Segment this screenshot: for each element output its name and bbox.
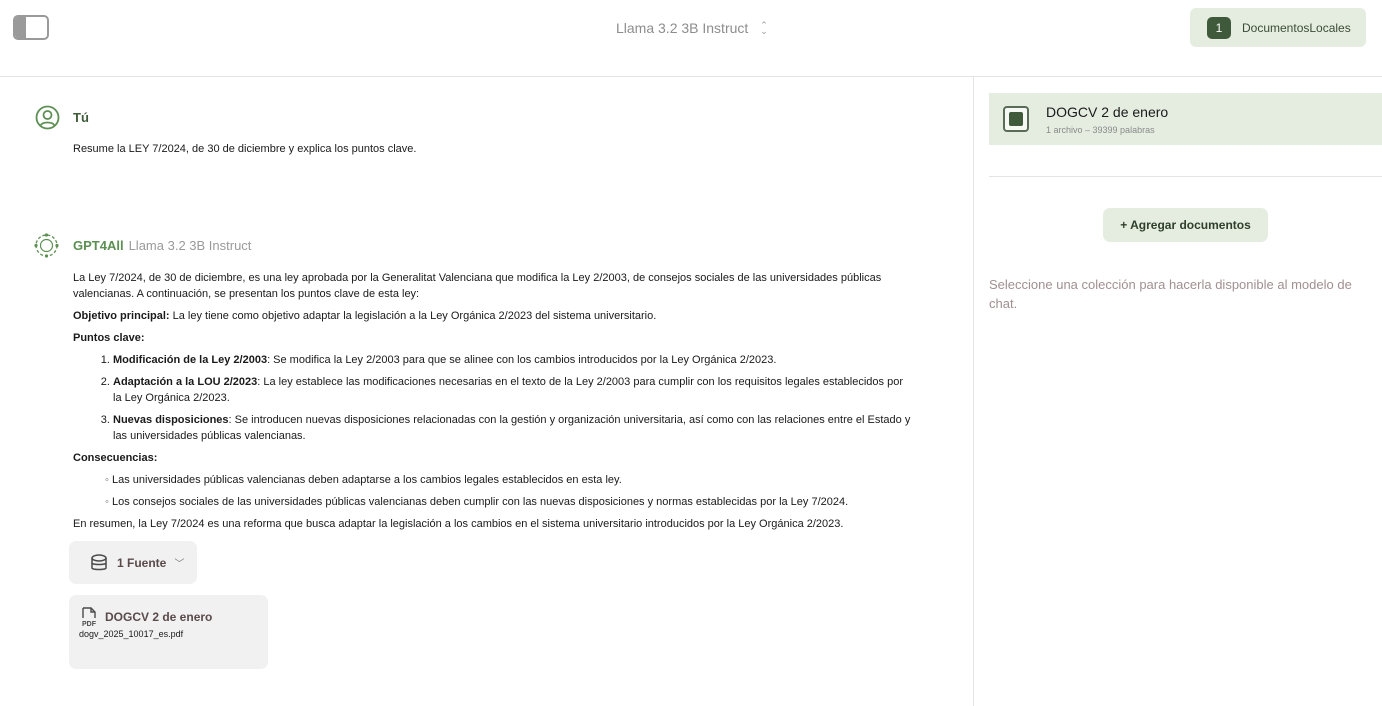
- objective-text: La ley tiene como objetivo adaptar la le…: [169, 310, 657, 322]
- add-documents-button[interactable]: + Agregar documentos: [1103, 208, 1268, 242]
- response-intro: La Ley 7/2024, de 30 de diciembre, es un…: [73, 272, 882, 300]
- collection-hint-text: Seleccione una colección para hacerla di…: [989, 277, 1352, 311]
- user-message-text: Resume la LEY 7/2024, de 30 de diciembre…: [73, 143, 417, 155]
- key-points-list: Modificación de la Ley 2/2003: Se modifi…: [73, 352, 913, 444]
- collection-name: DOGCV 2 de enero: [1046, 103, 1169, 120]
- top-bar: Llama 3.2 3B Instruct ⌃ ⌄ 1 DocumentosLoc…: [0, 0, 1382, 77]
- collection-checkbox[interactable]: [1003, 106, 1029, 132]
- sidebar-toggle-icon[interactable]: [13, 15, 49, 40]
- sources-label: 1 Fuente: [117, 555, 167, 570]
- model-selector-label: Llama 3.2 3B Instruct: [616, 20, 749, 36]
- list-item: Nuevas disposiciones: Se introducen nuev…: [113, 412, 913, 444]
- assistant-model-name: Llama 3.2 3B Instruct: [128, 238, 252, 253]
- consequences-heading: Consecuencias:: [73, 452, 158, 464]
- local-docs-label: DocumentosLocales: [1242, 20, 1351, 35]
- collection-meta: 1 archivo – 39399 palabras: [1046, 124, 1155, 135]
- local-docs-button[interactable]: 1 DocumentosLocales: [1190, 8, 1366, 47]
- source-title: DOGCV 2 de enero: [105, 610, 213, 624]
- list-item: Adaptación a la LOU 2/2023: La ley estab…: [113, 374, 913, 406]
- gpt4all-logo-icon: [34, 233, 59, 258]
- user-author-name: Tú: [73, 110, 89, 125]
- panel-separator: [989, 176, 1382, 177]
- user-avatar-icon: [35, 105, 60, 130]
- list-item: Los consejos sociales de las universidad…: [105, 494, 913, 510]
- model-selector[interactable]: Llama 3.2 3B Instruct ⌃ ⌄: [616, 17, 768, 39]
- assistant-author: GPT4All Llama 3.2 3B Instruct: [73, 238, 251, 253]
- response-summary: En resumen, la Ley 7/2024 es una reforma…: [73, 518, 844, 530]
- svg-text:PDF: PDF: [82, 621, 97, 627]
- collection-item[interactable]: DOGCV 2 de enero 1 archivo – 39399 palab…: [989, 93, 1382, 145]
- database-icon: [91, 553, 107, 570]
- objective-label: Objetivo principal:: [73, 310, 170, 322]
- response-objective: Objetivo principal: La ley tiene como ob…: [73, 308, 913, 324]
- list-item: Las universidades públicas valencianas d…: [105, 472, 913, 488]
- source-card[interactable]: PDF DOGCV 2 de enero dogv_2025_10017_es.…: [69, 595, 268, 669]
- pdf-file-icon: PDF: [82, 607, 97, 627]
- list-item: Modificación de la Ley 2/2003: Se modifi…: [113, 352, 913, 368]
- assistant-response: La Ley 7/2024, de 30 de diciembre, es un…: [73, 270, 913, 538]
- key-points-heading: Puntos clave:: [73, 332, 145, 344]
- panel-divider: [973, 77, 974, 706]
- chevron-up-down-icon: ⌃ ⌄: [760, 20, 768, 36]
- source-file-name: dogv_2025_10017_es.pdf: [79, 629, 184, 639]
- consequences-list: Las universidades públicas valencianas d…: [73, 472, 913, 510]
- assistant-name: GPT4All: [73, 238, 124, 253]
- chevron-down-icon: ﹀: [174, 559, 185, 570]
- local-docs-count-badge: 1: [1207, 16, 1231, 39]
- sources-toggle-button[interactable]: 1 Fuente ﹀: [69, 541, 197, 584]
